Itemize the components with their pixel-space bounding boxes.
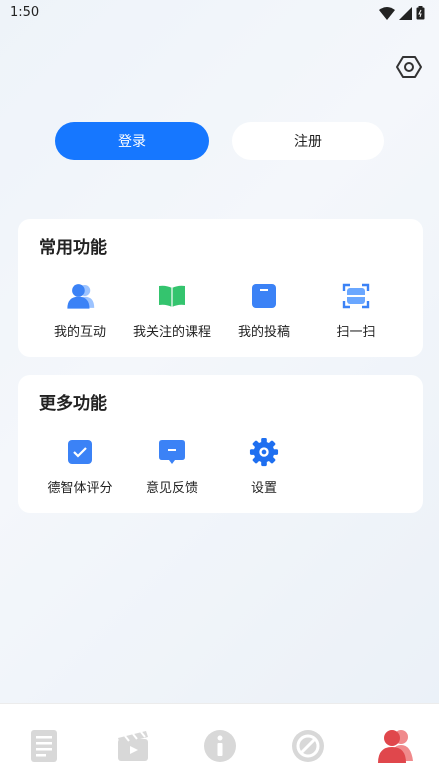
item-label: 德智体评分 — [47, 481, 113, 496]
status-icons — [379, 5, 425, 24]
bottom-tab-bar — [0, 703, 439, 781]
followed-courses-item[interactable]: 我关注的课程 — [124, 281, 220, 340]
news-icon[interactable] — [22, 724, 66, 768]
settings-item[interactable]: 设置 — [216, 437, 312, 496]
settings-icon[interactable] — [392, 50, 426, 84]
wifi-icon — [379, 5, 395, 24]
draft-icon — [249, 281, 279, 311]
register-button[interactable]: 注册 — [232, 122, 384, 160]
book-icon — [157, 281, 187, 311]
scan-icon — [341, 281, 371, 311]
compass-icon[interactable] — [286, 724, 330, 768]
video-icon[interactable] — [111, 724, 155, 768]
item-label: 我的投稿 — [237, 325, 290, 340]
check-icon — [65, 437, 95, 467]
item-label: 设置 — [250, 481, 277, 496]
my-submissions-item[interactable]: 我的投稿 — [216, 281, 312, 340]
item-label: 意见反馈 — [145, 481, 198, 496]
item-label: 扫一扫 — [336, 325, 376, 340]
more-functions-card: 更多功能 德智体评分 意见反馈 设置 — [18, 375, 423, 513]
status-time: 1:50 — [10, 5, 40, 20]
item-label: 我关注的课程 — [132, 325, 211, 340]
battery-icon — [416, 5, 425, 24]
feedback-icon — [157, 437, 187, 467]
login-button[interactable]: 登录 — [55, 122, 209, 160]
my-interaction-item[interactable]: 我的互动 — [32, 281, 128, 340]
info-icon[interactable] — [198, 724, 242, 768]
signal-icon — [399, 5, 412, 24]
users-icon — [65, 281, 95, 311]
profile-icon[interactable] — [373, 724, 417, 768]
common-functions-title: 常用功能 — [39, 238, 107, 258]
item-label: 我的互动 — [53, 325, 106, 340]
common-functions-card: 常用功能 我的互动 我关注的课程 我的投稿 扫一扫 — [18, 219, 423, 357]
moral-score-item[interactable]: 德智体评分 — [32, 437, 128, 496]
more-functions-title: 更多功能 — [39, 394, 107, 414]
scan-item[interactable]: 扫一扫 — [308, 281, 404, 340]
status-bar: 1:50 — [0, 0, 439, 26]
feedback-item[interactable]: 意见反馈 — [124, 437, 220, 496]
gear-icon — [249, 437, 279, 467]
